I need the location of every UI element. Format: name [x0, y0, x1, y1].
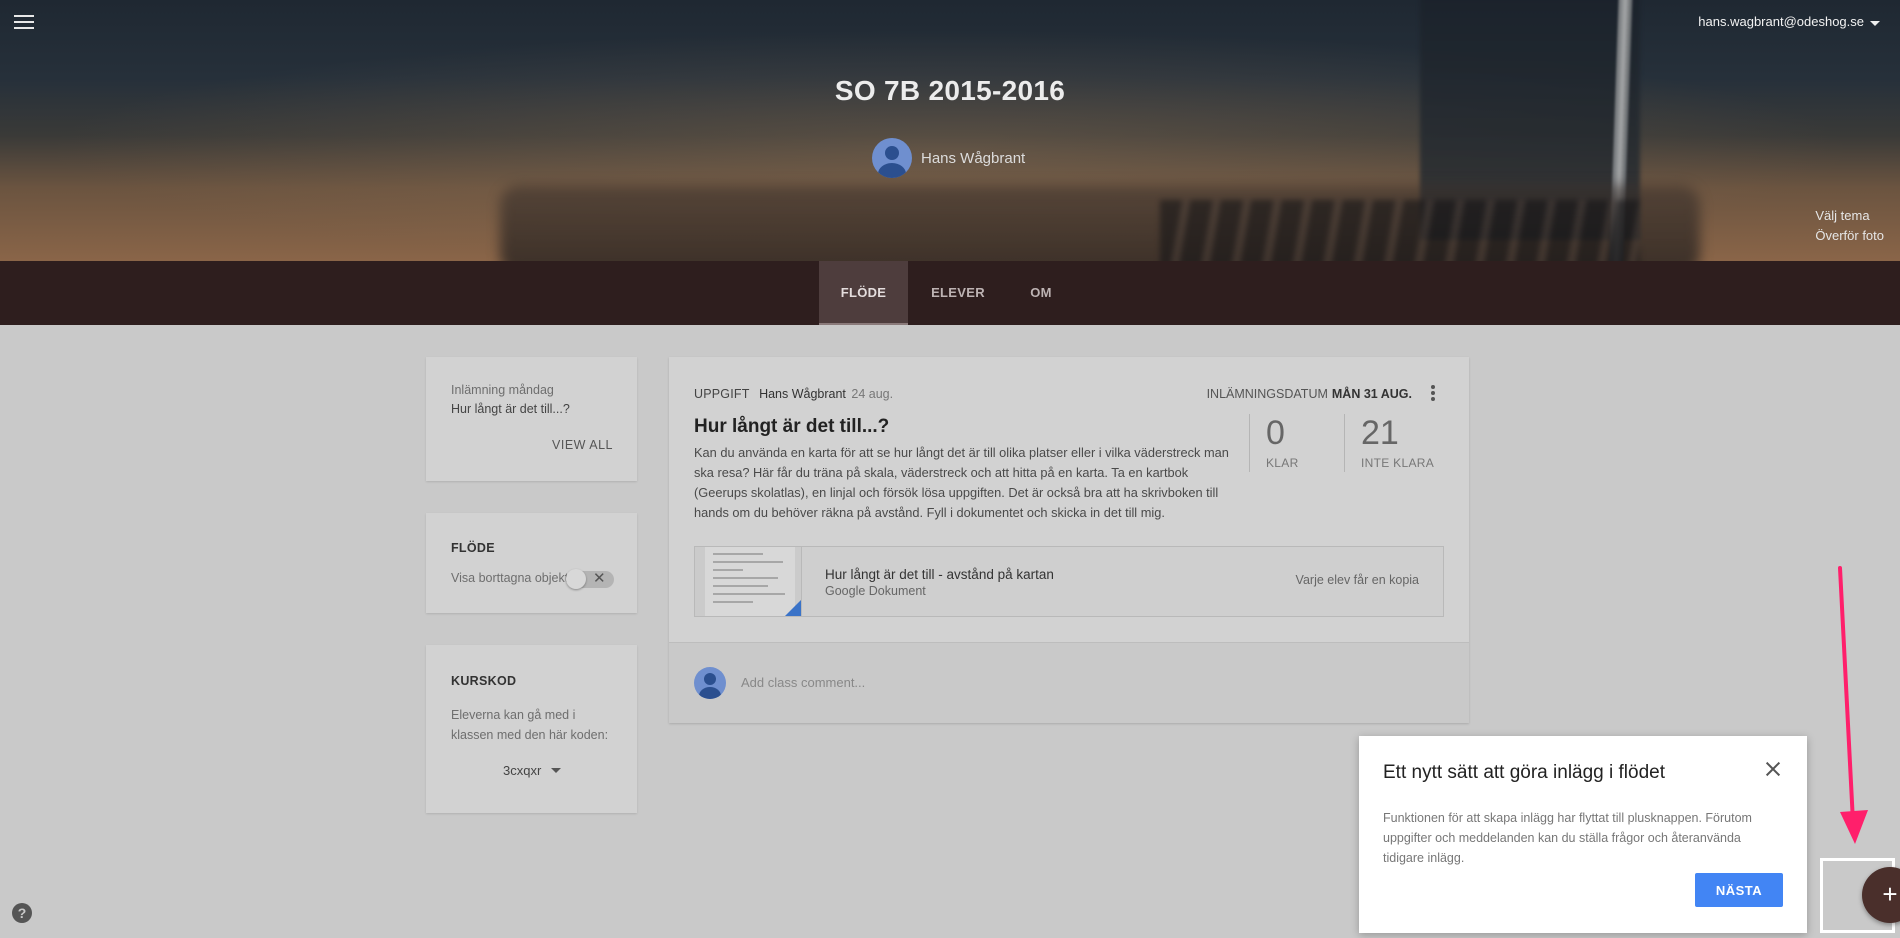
- avatar: [694, 667, 726, 699]
- stat-divider: [1249, 414, 1250, 472]
- help-icon[interactable]: ?: [12, 903, 32, 923]
- class-code-dropdown[interactable]: 3cxqxr: [503, 763, 562, 778]
- upcoming-item-link[interactable]: Hur långt är det till...?: [451, 402, 570, 416]
- dropdown-caret-icon: [551, 768, 562, 773]
- view-all-button[interactable]: VIEW ALL: [552, 438, 613, 452]
- stream-settings-card: FLÖDE Visa borttagna objekt ✕: [426, 513, 637, 613]
- class-title: SO 7B 2015-2016: [834, 75, 1066, 106]
- done-label: KLAR: [1266, 456, 1299, 470]
- show-deleted-toggle[interactable]: ✕: [566, 569, 614, 589]
- upcoming-card: Inlämning måndag Hur långt är det till..…: [426, 357, 637, 481]
- comment-area: [669, 642, 1469, 723]
- show-deleted-label: Visa borttagna objekt: [451, 571, 569, 585]
- menu-icon[interactable]: [14, 15, 34, 31]
- attachment-sharing[interactable]: Varje elev får en kopia: [1296, 573, 1419, 587]
- assignment-card: UPPGIFT Hans Wågbrant 24 aug. INLÄMNINGS…: [669, 357, 1469, 723]
- attachment-type: Google Dokument: [825, 584, 926, 598]
- tab-students[interactable]: ELEVER: [916, 261, 1000, 325]
- due-date: INLÄMNINGSDATUM MÅN 31 AUG.: [1207, 387, 1412, 401]
- upload-photo-link[interactable]: Överför foto: [1815, 226, 1884, 246]
- attachment[interactable]: Hur långt är det till - avstånd på karta…: [694, 546, 1444, 617]
- teacher-info: Hans Wågbrant: [872, 138, 1025, 178]
- tab-stream[interactable]: FLÖDE: [819, 261, 908, 325]
- due-value: MÅN 31 AUG.: [1331, 387, 1412, 401]
- class-code-card: KURSKOD Eleverna kan gå med i klassen me…: [426, 645, 637, 813]
- avatar: [872, 138, 912, 178]
- toggle-knob: [566, 569, 586, 589]
- class-comment-input[interactable]: [741, 675, 1341, 690]
- new-post-popup: Ett nytt sätt att göra inlägg i flödet F…: [1359, 736, 1807, 933]
- class-code-value: 3cxqxr: [503, 763, 542, 778]
- class-code-description: Eleverna kan gå med i klassen med den hä…: [451, 708, 609, 742]
- doc-thumbnail: [695, 547, 802, 616]
- next-button[interactable]: NÄSTA: [1695, 873, 1783, 907]
- more-vert-icon[interactable]: [1431, 385, 1435, 401]
- stat-divider: [1344, 414, 1345, 472]
- class-banner: hans.wagbrant@odeshog.se SO 7B 2015-2016…: [0, 0, 1900, 261]
- tab-about[interactable]: OM: [1008, 261, 1074, 325]
- account-dropdown-icon[interactable]: [1870, 21, 1880, 26]
- upcoming-label: Inlämning måndag: [451, 383, 554, 397]
- assignment-meta: UPPGIFT Hans Wågbrant 24 aug.: [694, 387, 893, 401]
- toggle-x-icon: ✕: [593, 570, 606, 587]
- assignment-date: 24 aug.: [851, 387, 894, 401]
- close-icon[interactable]: [1764, 760, 1782, 778]
- theme-links: Välj tema Överför foto: [1815, 206, 1884, 246]
- banner-photo-keys: [1160, 200, 1640, 261]
- stream-heading: FLÖDE: [451, 541, 495, 555]
- assignment-type: UPPGIFT: [694, 387, 750, 401]
- popup-body: Funktionen för att skapa inlägg har flyt…: [1383, 811, 1752, 865]
- attachment-title: Hur långt är det till - avstånd på karta…: [825, 567, 1054, 582]
- not-done-count[interactable]: 21: [1361, 414, 1399, 453]
- assignment-description: Kan du använda en karta för att se hur l…: [694, 445, 1229, 520]
- done-count[interactable]: 0: [1266, 414, 1285, 453]
- popup-title: Ett nytt sätt att göra inlägg i flödet: [1383, 762, 1665, 783]
- teacher-name: Hans Wågbrant: [921, 149, 1026, 167]
- account-email[interactable]: hans.wagbrant@odeshog.se: [1698, 14, 1864, 29]
- class-code-heading: KURSKOD: [451, 674, 517, 688]
- assignment-title[interactable]: Hur långt är det till...?: [694, 416, 889, 438]
- not-done-label: INTE KLARA: [1361, 456, 1435, 470]
- annotation-arrow: [1838, 566, 1868, 844]
- select-theme-link[interactable]: Välj tema: [1815, 206, 1884, 226]
- assignment-author: Hans Wågbrant: [759, 387, 846, 401]
- tab-bar: FLÖDE ELEVER OM: [0, 261, 1900, 325]
- due-label: INLÄMNINGSDATUM: [1206, 387, 1328, 401]
